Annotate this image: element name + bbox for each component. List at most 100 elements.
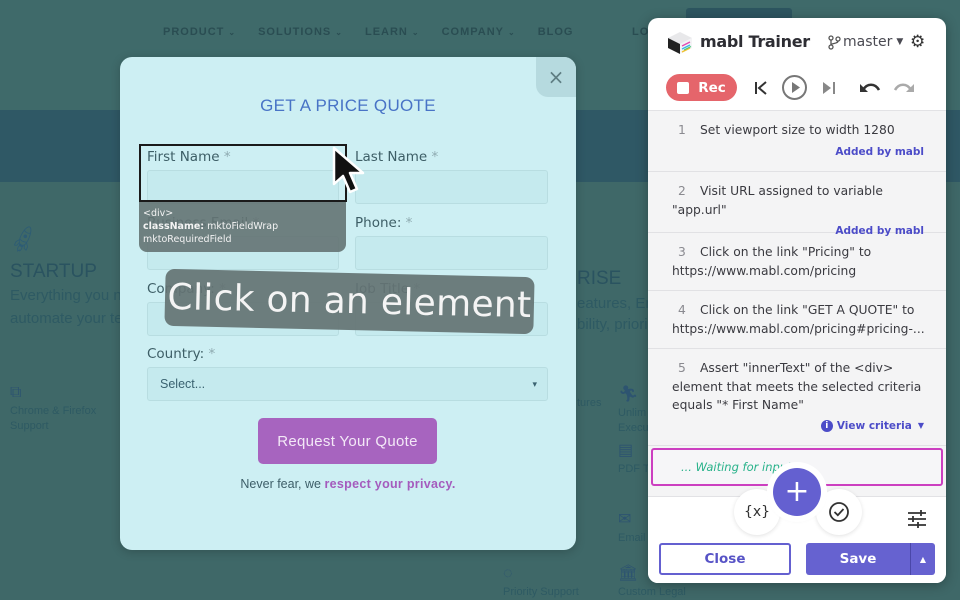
phone-input[interactable] <box>355 236 548 270</box>
git-branch-icon <box>828 34 841 50</box>
nav-label: LEARN <box>364 26 408 38</box>
nav-company[interactable]: COMPANY ⌄ <box>442 26 516 38</box>
skip-to-end-icon[interactable] <box>820 74 838 101</box>
step-item[interactable]: 2 Visit URL assigned to variable "app.url… <box>648 172 946 237</box>
trainer-header: mabl Trainer master ▼ ⚙ <box>648 18 946 68</box>
last-name-input[interactable] <box>355 170 548 204</box>
feature-unlimited: 🏃︎ Unlim Execu <box>618 372 649 436</box>
plan-enterprise-title: RISE <box>577 268 622 289</box>
feature-label: Chrome & Firefox Support <box>10 405 97 432</box>
step-item[interactable]: 4 Click on the link "GET A QUOTE" to http… <box>648 291 946 349</box>
step-text: Assert "innerText" of the <div> element … <box>672 361 922 412</box>
step-item[interactable]: 1 Set viewport size to width 1280 Added b… <box>648 111 946 172</box>
element-tooltip: <div> className: mktoFieldWrap mktoRequi… <box>139 202 346 252</box>
step-number: 3 <box>678 245 686 259</box>
nav-blog[interactable]: BLOG <box>538 26 574 38</box>
feature-pdf: ▤ PDF T <box>618 443 650 477</box>
trainer-footer: {x} + Close Save ▲ <box>648 468 946 583</box>
feature-email: ✉︎ Email <box>618 512 646 546</box>
click-instruction-banner: Click on an element <box>164 268 535 335</box>
nav-product[interactable]: PRODUCT ⌄ <box>163 26 236 38</box>
branch-name: master <box>843 34 893 50</box>
save-options-caret-icon[interactable]: ▲ <box>910 543 935 575</box>
save-button[interactable]: Save <box>806 543 910 575</box>
branch-selector[interactable]: master ▼ <box>828 34 903 50</box>
info-icon: i <box>820 419 833 432</box>
feature-label: Priority Support <box>503 586 579 598</box>
step-text: Visit URL assigned to variable "app.url" <box>672 184 883 217</box>
last-name-label: Last Name * <box>355 149 548 165</box>
privacy-text: Never fear, we <box>240 477 325 491</box>
feature-label: Unlim Execu <box>618 407 649 434</box>
plan-desc: bility, priori <box>577 316 648 333</box>
record-label: Rec <box>698 79 726 96</box>
nav-label: COMPANY <box>441 26 504 38</box>
modal-title: GET A PRICE QUOTE <box>260 96 436 115</box>
rocket-icon: 🚀︎ <box>6 223 42 258</box>
play-icon[interactable] <box>780 74 808 101</box>
step-number: 1 <box>678 123 686 137</box>
required-marker: * <box>431 149 439 165</box>
step-number: 4 <box>678 303 686 317</box>
privacy-link[interactable]: respect your privacy. <box>324 477 455 491</box>
tooltip-value: mktoFieldWrap <box>207 221 279 232</box>
add-step-button[interactable]: + <box>773 468 821 516</box>
nav-label: SOLUTIONS <box>258 26 332 38</box>
phone-label: Phone: * <box>355 215 548 231</box>
steps-list: 1 Set viewport size to width 1280 Added b… <box>648 110 946 496</box>
close-icon[interactable]: × <box>536 57 576 97</box>
redo-icon[interactable] <box>892 74 916 101</box>
required-marker: * <box>405 215 413 231</box>
mouse-pointer-icon <box>332 146 365 194</box>
plan-desc: Everything you ne <box>10 287 131 304</box>
tooltip-key: className: <box>143 221 205 232</box>
tooltip-value: mktoRequiredField <box>143 234 232 245</box>
country-select[interactable]: Select... ▾ <box>147 367 548 401</box>
gear-icon[interactable]: ⚙ <box>910 32 925 52</box>
plus-icon: + <box>784 474 810 509</box>
assertion-button[interactable] <box>816 489 862 535</box>
step-number: 5 <box>678 361 686 375</box>
stop-icon <box>677 81 690 94</box>
site-nav: PRODUCT ⌄ SOLUTIONS ⌄ LEARN ⌄ COMPANY ⌄ BLOG <box>163 26 573 38</box>
plan-desc: eatures, Ent <box>577 295 658 312</box>
feature-label: Email <box>618 532 646 544</box>
nav-learn[interactable]: LEARN ⌄ <box>365 26 420 38</box>
support-icon: ◌ <box>503 565 513 582</box>
label-text: Country: <box>147 346 205 362</box>
pdf-icon: ▤ <box>618 442 634 459</box>
browser-icon: ⧉ <box>10 384 22 401</box>
request-quote-button[interactable]: Request Your Quote <box>258 418 437 464</box>
skip-to-start-icon[interactable] <box>752 74 770 101</box>
mabl-trainer-panel: mabl Trainer master ▼ ⚙ Rec 1 Set viewpo… <box>648 18 946 583</box>
playback-controls: Rec <box>648 74 946 108</box>
step-item[interactable]: 5 Assert "innerText" of the <div> element… <box>648 349 946 446</box>
chevron-down-icon: ⌄ <box>411 27 420 37</box>
plan-desc: automate your te <box>10 310 123 327</box>
tune-settings-icon[interactable] <box>906 509 928 529</box>
feature-label: Custom Legal <box>618 586 686 598</box>
chevron-down-icon: ⌄ <box>507 27 516 37</box>
tooltip-tag: <div> <box>143 208 174 219</box>
nav-solutions[interactable]: SOLUTIONS ⌄ <box>258 26 343 38</box>
country-selected-value: Select... <box>160 377 206 391</box>
plan-startup: 🚀︎ STARTUP Everything you ne automate yo… <box>7 224 131 329</box>
last-name-field: Last Name * <box>355 149 548 204</box>
added-by-badge: Added by mabl <box>835 145 924 158</box>
step-number: 2 <box>678 184 686 198</box>
phone-field: Phone: * <box>355 215 548 270</box>
step-item[interactable]: 3 Click on the link "Pricing" to https://… <box>648 233 946 291</box>
step-text: Set viewport size to width 1280 <box>700 123 895 137</box>
nav-login[interactable]: LO <box>632 26 649 38</box>
feature-partial: tures <box>577 397 602 409</box>
nav-label: BLOG <box>537 26 574 38</box>
step-text: Click on the link "GET A QUOTE" to https… <box>672 303 925 336</box>
email-icon: ✉︎ <box>618 511 632 528</box>
nav-label: PRODUCT <box>163 26 225 38</box>
view-criteria-label: View criteria <box>836 419 912 432</box>
record-button[interactable]: Rec <box>666 74 737 101</box>
mabl-logo-icon <box>668 32 692 54</box>
view-criteria-button[interactable]: i View criteria ▼ <box>672 417 924 436</box>
undo-icon[interactable] <box>858 74 882 101</box>
close-button[interactable]: Close <box>659 543 791 575</box>
